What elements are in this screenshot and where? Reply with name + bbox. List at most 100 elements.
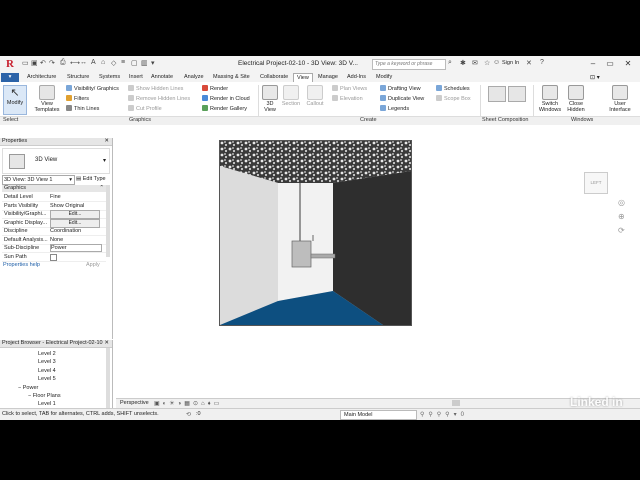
section-button[interactable]: Section xyxy=(281,85,301,107)
callout-button[interactable]: Callout xyxy=(305,85,325,107)
browser-item[interactable]: Level 4 xyxy=(38,367,56,375)
tab-modify[interactable]: Modify xyxy=(373,73,395,82)
aligned-dimension-icon[interactable]: ↔ xyxy=(80,59,87,66)
search-icon[interactable]: ⌕ xyxy=(448,59,452,67)
minimize-button[interactable]: – xyxy=(586,58,600,69)
zoom-icon[interactable]: ⊕ xyxy=(618,212,625,221)
tab-structure[interactable]: Structure xyxy=(64,73,92,82)
undo-icon[interactable]: ↶ xyxy=(40,59,46,67)
view-control-icons[interactable]: ▣◐☀◑▦⊙⌂♦▭ xyxy=(154,400,222,407)
select-panel-label[interactable]: Select xyxy=(3,117,18,123)
visibility-graphics-button[interactable]: Visibility/ Graphics xyxy=(66,85,119,93)
elevation-button[interactable]: Elevation xyxy=(332,95,363,103)
zero-value: :0 xyxy=(196,411,201,417)
sheet-icon[interactable] xyxy=(488,86,506,102)
show-hidden-lines-button[interactable]: Show Hidden Lines xyxy=(128,85,183,93)
instance-selector[interactable]: 3D View: 3D View 1 ▾ xyxy=(2,175,75,185)
schedules-button[interactable]: Schedules xyxy=(436,85,470,93)
revit-logo-icon[interactable]: R xyxy=(2,58,18,70)
user-interface-button[interactable]: User Interface xyxy=(608,85,632,113)
measure-icon[interactable]: ⟷ xyxy=(70,59,80,67)
tag-icon[interactable]: A xyxy=(91,59,96,66)
close-hidden-icon xyxy=(568,85,584,100)
switch-windows-button[interactable]: Switch Windows xyxy=(538,85,562,113)
browser-item[interactable]: − Power xyxy=(18,384,38,392)
browser-item-label: Level 2 xyxy=(38,351,56,357)
close-hidden-icon[interactable]: ▢ xyxy=(131,59,138,67)
tab-massing-site[interactable]: Massing & Site xyxy=(210,73,253,82)
save-icon[interactable]: ▣ xyxy=(31,59,38,67)
thin-lines-button[interactable]: Thin Lines xyxy=(66,105,99,113)
browser-item[interactable]: Level 2 xyxy=(38,350,56,358)
horizontal-scrollbar-thumb[interactable] xyxy=(452,400,460,406)
render-button[interactable]: Render xyxy=(202,85,228,93)
tab-file[interactable]: ▾ xyxy=(1,73,19,82)
modify-button[interactable]: ↖ Modify xyxy=(3,85,27,115)
cut-profile-button[interactable]: Cut Profile xyxy=(128,105,162,113)
drafting-view-button[interactable]: Drafting View xyxy=(380,85,421,93)
thin-lines-icon[interactable]: ≡ xyxy=(121,59,125,66)
3d-view-label: 3D View xyxy=(264,101,276,113)
tab-manage[interactable]: Manage xyxy=(315,73,341,82)
plan-views-button[interactable]: Plan Views xyxy=(332,85,367,93)
favorites-icon[interactable]: ☆ xyxy=(484,59,490,67)
tab-annotate[interactable]: Annotate xyxy=(148,73,176,82)
edit-type-button[interactable]: ▤ Edit Type xyxy=(76,175,108,183)
communication-icon[interactable]: ✉ xyxy=(472,59,478,67)
open-icon[interactable]: ▭ xyxy=(22,59,29,67)
close-button[interactable]: ✕ xyxy=(621,58,635,69)
viewcube[interactable]: LEFT xyxy=(584,172,608,194)
redo-icon[interactable]: ↷ xyxy=(49,59,55,67)
3d-view-button[interactable]: 3D View xyxy=(261,85,279,113)
tab-add-ins[interactable]: Add-Ins xyxy=(344,73,369,82)
browser-item[interactable]: Level 3 xyxy=(38,358,56,366)
apply-button[interactable]: Apply xyxy=(86,262,100,268)
render-gallery-button[interactable]: Render Gallery xyxy=(202,105,247,113)
legends-button[interactable]: Legends xyxy=(380,105,409,113)
model-selector[interactable]: Main Model xyxy=(340,410,417,420)
property-value[interactable]: Power xyxy=(50,244,102,252)
view-sheet-icon[interactable] xyxy=(508,86,526,102)
help-icon[interactable]: ? xyxy=(540,59,544,66)
3d-view-viewport[interactable] xyxy=(219,140,412,326)
steering-wheel-icon[interactable]: ◎ xyxy=(618,198,625,207)
3d-view-icon[interactable]: ⌂ xyxy=(101,59,105,66)
maximize-button[interactable]: ▭ xyxy=(603,58,617,69)
view-templates-button[interactable]: View Templates xyxy=(34,85,60,113)
sign-in-link[interactable]: Sign In xyxy=(502,60,519,66)
type-selector[interactable]: 3D View ▾ xyxy=(2,148,110,174)
browser-item[interactable]: Level 5 xyxy=(38,375,56,383)
customize-toolbar-icon[interactable]: ▾ xyxy=(151,59,155,67)
close-icon[interactable]: ✕ xyxy=(104,340,109,347)
tab-systems[interactable]: Systems xyxy=(96,73,123,82)
section-icon[interactable]: ◇ xyxy=(111,59,116,67)
user-icon[interactable]: ☺ xyxy=(493,59,500,66)
duplicate-view-button[interactable]: Duplicate View xyxy=(380,95,424,103)
close-icon[interactable]: ✕ xyxy=(104,138,109,145)
scope-box-button[interactable]: Scope Box xyxy=(436,95,471,103)
print-icon[interactable]: ⎙ xyxy=(60,59,66,67)
exchange-apps-icon[interactable]: ✕ xyxy=(526,59,532,67)
ribbon-minimize-icon[interactable]: ⊡ ▾ xyxy=(590,74,600,81)
search-input[interactable]: Type a keyword or phrase xyxy=(372,59,446,70)
tab-collaborate[interactable]: Collaborate xyxy=(257,73,291,82)
property-row[interactable]: Sun Path xyxy=(2,253,106,262)
switch-windows-icon[interactable]: ▥ xyxy=(141,59,148,67)
orbit-icon[interactable]: ⟳ xyxy=(618,226,625,235)
subscription-icon[interactable]: ✱ xyxy=(460,59,466,67)
sun-path-checkbox[interactable] xyxy=(50,253,57,261)
tab-analyze[interactable]: Analyze xyxy=(181,73,207,82)
render-in-cloud-button[interactable]: Render in Cloud xyxy=(202,95,250,103)
remove-hidden-lines-button[interactable]: Remove Hidden Lines xyxy=(128,95,190,103)
properties-scrollbar[interactable] xyxy=(106,185,110,257)
selection-filter-icons[interactable]: ⚲⚲⚲⚲▾0 xyxy=(420,411,468,418)
filters-button[interactable]: Filters xyxy=(66,95,89,103)
browser-item[interactable]: − Floor Plans xyxy=(28,392,61,400)
graphics-group-header[interactable]: Graphics ⌃ xyxy=(2,185,106,192)
close-hidden-button[interactable]: Close Hidden xyxy=(566,85,586,113)
properties-help-link[interactable]: Properties help xyxy=(3,262,40,268)
tab-insert[interactable]: Insert xyxy=(126,73,146,82)
left-wall xyxy=(220,166,278,325)
worksets-icon[interactable]: ⟲ xyxy=(186,411,191,418)
tab-architecture[interactable]: Architecture xyxy=(24,73,59,82)
